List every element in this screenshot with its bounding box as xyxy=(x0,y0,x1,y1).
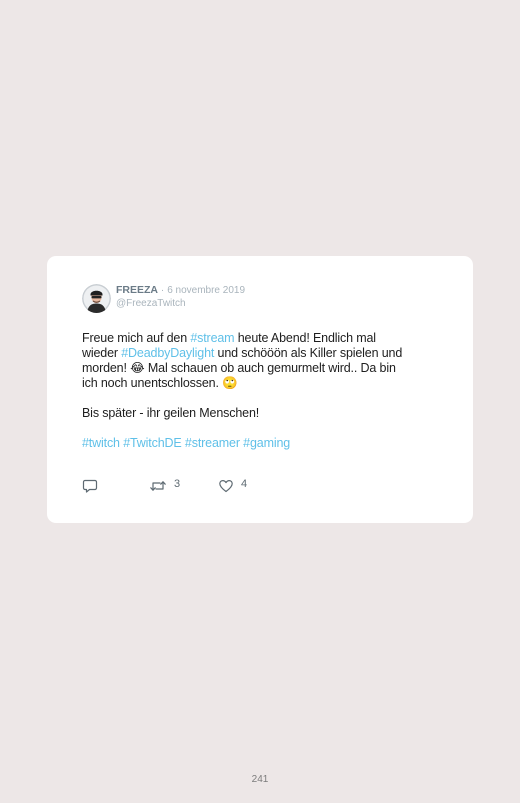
reply-button[interactable] xyxy=(82,477,98,495)
author-handle[interactable]: @FreezaTwitch xyxy=(116,297,245,310)
text-segment: wieder xyxy=(82,346,122,360)
text-segment: und schööön als Killer spielen und xyxy=(214,346,403,360)
separator-dot: · xyxy=(160,285,165,296)
like-count: 4 xyxy=(241,478,248,490)
retweet-count: 3 xyxy=(174,478,181,490)
retweet-button[interactable]: 3 xyxy=(149,477,180,495)
tweet-text: Freue mich auf den #stream heute Abend! … xyxy=(82,331,442,451)
author-name[interactable]: FREEZA xyxy=(116,284,158,296)
text-segment: heute Abend! Endlich mal xyxy=(234,331,376,345)
text-line: Bis später - ihr geilen Menschen! xyxy=(82,406,260,420)
page-number: 241 xyxy=(251,774,269,785)
hashtag-line: #twitch #TwitchDE #streamer #gaming xyxy=(82,436,442,451)
tweet-date[interactable]: 6 novembre 2019 xyxy=(167,285,245,296)
tweet-header: FREEZA · 6 novembre 2019 @FreezaTwitch xyxy=(82,284,245,316)
hashtag-link[interactable]: #TwitchDE xyxy=(123,436,182,450)
hashtag-link[interactable]: #stream xyxy=(190,331,234,345)
tweet-card: FREEZA · 6 novembre 2019 @FreezaTwitch F… xyxy=(47,256,473,523)
text-line: morden! 😂 Mal schauen ob auch gemurmelt … xyxy=(82,361,396,375)
hashtag-link[interactable]: #DeadbyDaylight xyxy=(121,346,214,360)
heart-icon xyxy=(218,478,234,494)
text-line: Freue mich auf den #stream heute Abend! … xyxy=(82,331,442,346)
retweet-icon xyxy=(149,478,167,494)
avatar[interactable] xyxy=(82,284,111,313)
hashtag-link[interactable]: #streamer xyxy=(185,436,240,450)
like-button[interactable]: 4 xyxy=(218,477,247,495)
reply-icon xyxy=(82,478,98,494)
text-segment: Freue mich auf den xyxy=(82,331,191,345)
hashtag-link[interactable]: #twitch xyxy=(82,436,120,450)
hashtag-link[interactable]: #gaming xyxy=(243,436,290,450)
text-line: ich noch unentschlossen. 🙄 xyxy=(82,376,238,390)
text-line: wieder #DeadbyDaylight und schööön als K… xyxy=(82,346,442,361)
